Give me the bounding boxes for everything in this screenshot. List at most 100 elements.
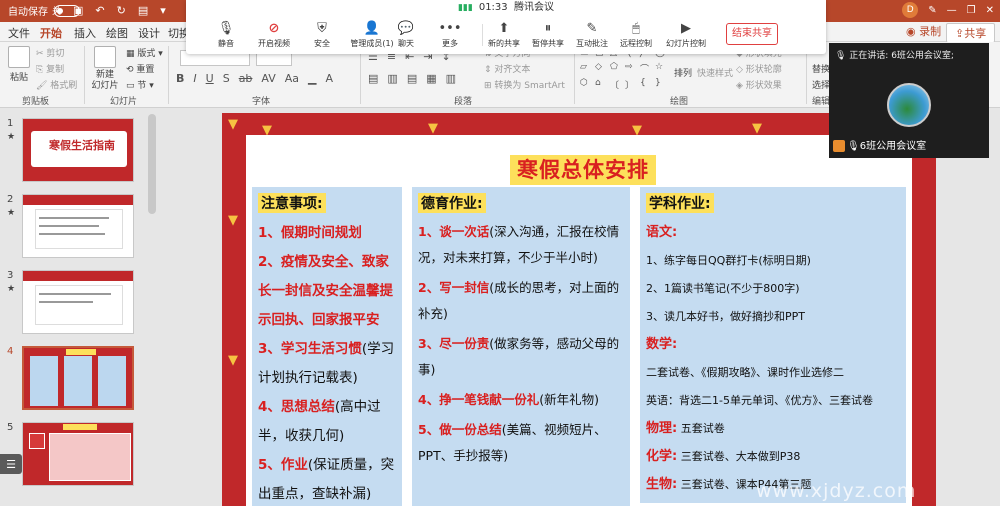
record-button[interactable]: ◉ 录制 — [906, 23, 941, 39]
tab-design[interactable]: 设计 — [138, 25, 160, 41]
pen-icon[interactable]: ✎ — [928, 5, 936, 16]
user-avatar[interactable]: D — [902, 2, 919, 18]
replace-label: 替换 — [812, 65, 831, 75]
present-icon[interactable]: ▤ — [138, 4, 148, 17]
pause-share-button[interactable]: ⏸ 暂停共享 — [526, 20, 570, 49]
tab-file[interactable]: 文件 — [8, 25, 30, 41]
reset-button[interactable]: ⟲ 重置 — [126, 62, 154, 75]
format-painter-button[interactable]: 🖌 格式刷 — [36, 78, 77, 91]
cut-label: 剪切 — [46, 49, 65, 59]
new-slide-button[interactable]: 新建 幻灯片 — [88, 46, 122, 92]
more-label: 更多 — [442, 39, 458, 48]
moral-item: 5、做一份总结(美篇、视频短片、PPT、手抄报等) — [418, 417, 624, 469]
layout-button[interactable]: ▦ 版式 ▾ — [126, 46, 163, 59]
new-share-button[interactable]: ⬆ 新的共享 — [482, 20, 526, 49]
bold-icon[interactable]: B — [176, 72, 184, 85]
arrange-button[interactable]: 排列 — [670, 66, 696, 79]
highlight-icon[interactable]: ▁ — [308, 72, 316, 85]
tab-draw[interactable]: 绘图 — [106, 25, 128, 41]
new-share-label: 新的共享 — [488, 39, 520, 48]
tab-insert[interactable]: 插入 — [74, 25, 96, 41]
slide-control-icon: ▶ — [681, 21, 691, 36]
align-text-button[interactable]: ⇕ 对齐文本 — [484, 62, 530, 75]
slide-thumbnail-5[interactable] — [22, 422, 134, 486]
video-button[interactable]: ⊘ 开启视频 — [252, 20, 296, 49]
shape-icon[interactable]: ⬡ — [580, 78, 592, 92]
slide-control-button[interactable]: ▶ 幻灯片控制 — [660, 20, 712, 49]
remote-control-button[interactable]: 🖱 远程控制 — [614, 20, 658, 49]
autosave-toggle[interactable] — [54, 4, 80, 17]
align-left-icon[interactable]: ▤ — [368, 72, 378, 85]
underline-icon[interactable]: U — [206, 72, 214, 85]
lantern-icon: ▼ — [228, 117, 238, 132]
case-icon[interactable]: Aa — [285, 72, 299, 85]
biology-label: 生物: — [646, 477, 678, 492]
italic-icon[interactable]: I — [193, 72, 196, 85]
slide-thumbnail-1[interactable]: 寒假生活指南 — [22, 118, 134, 182]
shadow-icon[interactable]: S — [223, 72, 230, 85]
chinese-label: 语文: — [646, 225, 678, 240]
shape-icon[interactable]: ☆ — [655, 62, 667, 76]
restore-icon[interactable]: ❐ — [967, 5, 976, 16]
shape-outline-button[interactable]: ◇ 形状轮廓 — [736, 62, 782, 75]
drawing-group-label: 绘图 — [670, 97, 689, 107]
undo-icon[interactable]: ↶ — [95, 4, 104, 17]
shape-icon[interactable]: ▱ — [580, 62, 592, 76]
slide-thumbnail-3[interactable] — [22, 270, 134, 334]
slide-thumbnail-4[interactable] — [22, 346, 134, 410]
shape-icon[interactable]: ⬠ — [610, 62, 622, 76]
slide-thumbnail-2[interactable] — [22, 194, 134, 258]
slide-title[interactable]: 寒假总体安排 — [510, 155, 656, 185]
customize-icon[interactable]: ▾ — [160, 4, 166, 17]
subject-column[interactable]: 学科作业: 语文: 1、练字每日QQ群打卡(标明日期) 2、1篇读书笔记(不少于… — [640, 187, 906, 503]
chat-button[interactable]: 💬 聊天 — [384, 20, 428, 49]
minimize-icon[interactable]: — — [947, 5, 957, 16]
speaker-video-panel[interactable]: 🎙 正在讲话: 6班公用会议室; 🎙6班公用会议室 — [829, 43, 989, 158]
notice-column[interactable]: 注意事项: 1、假期时间规划 2、疫情及安全、致家长一封信及安全温馨提示回执、回… — [252, 187, 402, 506]
spacing-icon[interactable]: AV — [261, 72, 275, 85]
shapes-gallery[interactable]: ▭▢△╲╱◯ ▱◇⬠⇨⌒☆ ⬡⌂〔〕{} — [580, 48, 668, 92]
quick-styles-button[interactable]: 快速样式 — [696, 66, 734, 79]
justify-icon[interactable]: ▦ — [426, 72, 436, 85]
shape-icon[interactable]: ⌂ — [595, 78, 607, 92]
separator — [360, 46, 361, 104]
notes-toggle-icon[interactable]: ☰ — [0, 454, 22, 474]
thumb-column — [98, 356, 126, 406]
share-button[interactable]: ⇪共享 — [946, 23, 996, 43]
moral-column[interactable]: 德育作业: 1、谈一次话(深入沟通，汇报在校情况，对未来打算，不少于半小时) 2… — [412, 187, 630, 506]
shape-icon[interactable]: 〕 — [625, 78, 637, 92]
select-button[interactable]: 选择 — [812, 78, 830, 91]
security-button[interactable]: ⛨ 安全 — [300, 20, 344, 49]
smartart-button[interactable]: ⊞ 转换为 SmartArt — [484, 78, 565, 91]
font-color-icon[interactable]: A — [326, 72, 334, 85]
annotate-button[interactable]: ✎ 互动批注 — [570, 20, 614, 49]
section-button[interactable]: ▭ 节 ▾ — [126, 78, 154, 91]
thumb-square — [29, 433, 45, 449]
align-right-icon[interactable]: ▤ — [407, 72, 417, 85]
redo-icon[interactable]: ↻ — [117, 4, 126, 17]
shape-icon[interactable]: } — [655, 78, 667, 92]
thumbnails-scrollbar[interactable] — [148, 114, 156, 214]
slide-number: 1 — [7, 118, 14, 129]
cut-button[interactable]: ✂ 剪切 — [36, 46, 64, 59]
copy-button[interactable]: ⎘ 复制 — [36, 62, 64, 75]
close-icon[interactable]: ✕ — [986, 5, 994, 16]
end-share-button[interactable]: 结束共享 — [726, 23, 778, 45]
slide-number: 2 — [7, 194, 14, 205]
shape-icon[interactable]: ⌒ — [640, 62, 652, 76]
strikethrough-icon[interactable]: ab — [239, 72, 253, 85]
mute-button[interactable]: 🎙 静音 — [204, 20, 248, 49]
columns-icon[interactable]: ▥ — [446, 72, 456, 85]
shape-icon[interactable]: { — [640, 78, 652, 92]
shape-icon[interactable]: ⇨ — [625, 62, 637, 76]
slide-canvas[interactable]: ▼ ▼ ▼ ▼ ▼ ▼ ▼ 寒假总体安排 注意事项: 1、假期时间规划 2、疫情… — [222, 113, 936, 506]
replace-button[interactable]: 替换 — [812, 62, 830, 75]
align-center-icon[interactable]: ▥ — [387, 72, 397, 85]
paste-button[interactable]: 粘贴 — [6, 46, 32, 83]
more-button[interactable]: ••• 更多 — [428, 20, 472, 49]
shape-icon[interactable]: 〔 — [610, 78, 622, 92]
separator — [168, 46, 169, 104]
shape-icon[interactable]: ◇ — [595, 62, 607, 76]
speaker-name: 6班公用会议室 — [859, 141, 927, 152]
shape-effect-button[interactable]: ◈ 形状效果 — [736, 78, 782, 91]
